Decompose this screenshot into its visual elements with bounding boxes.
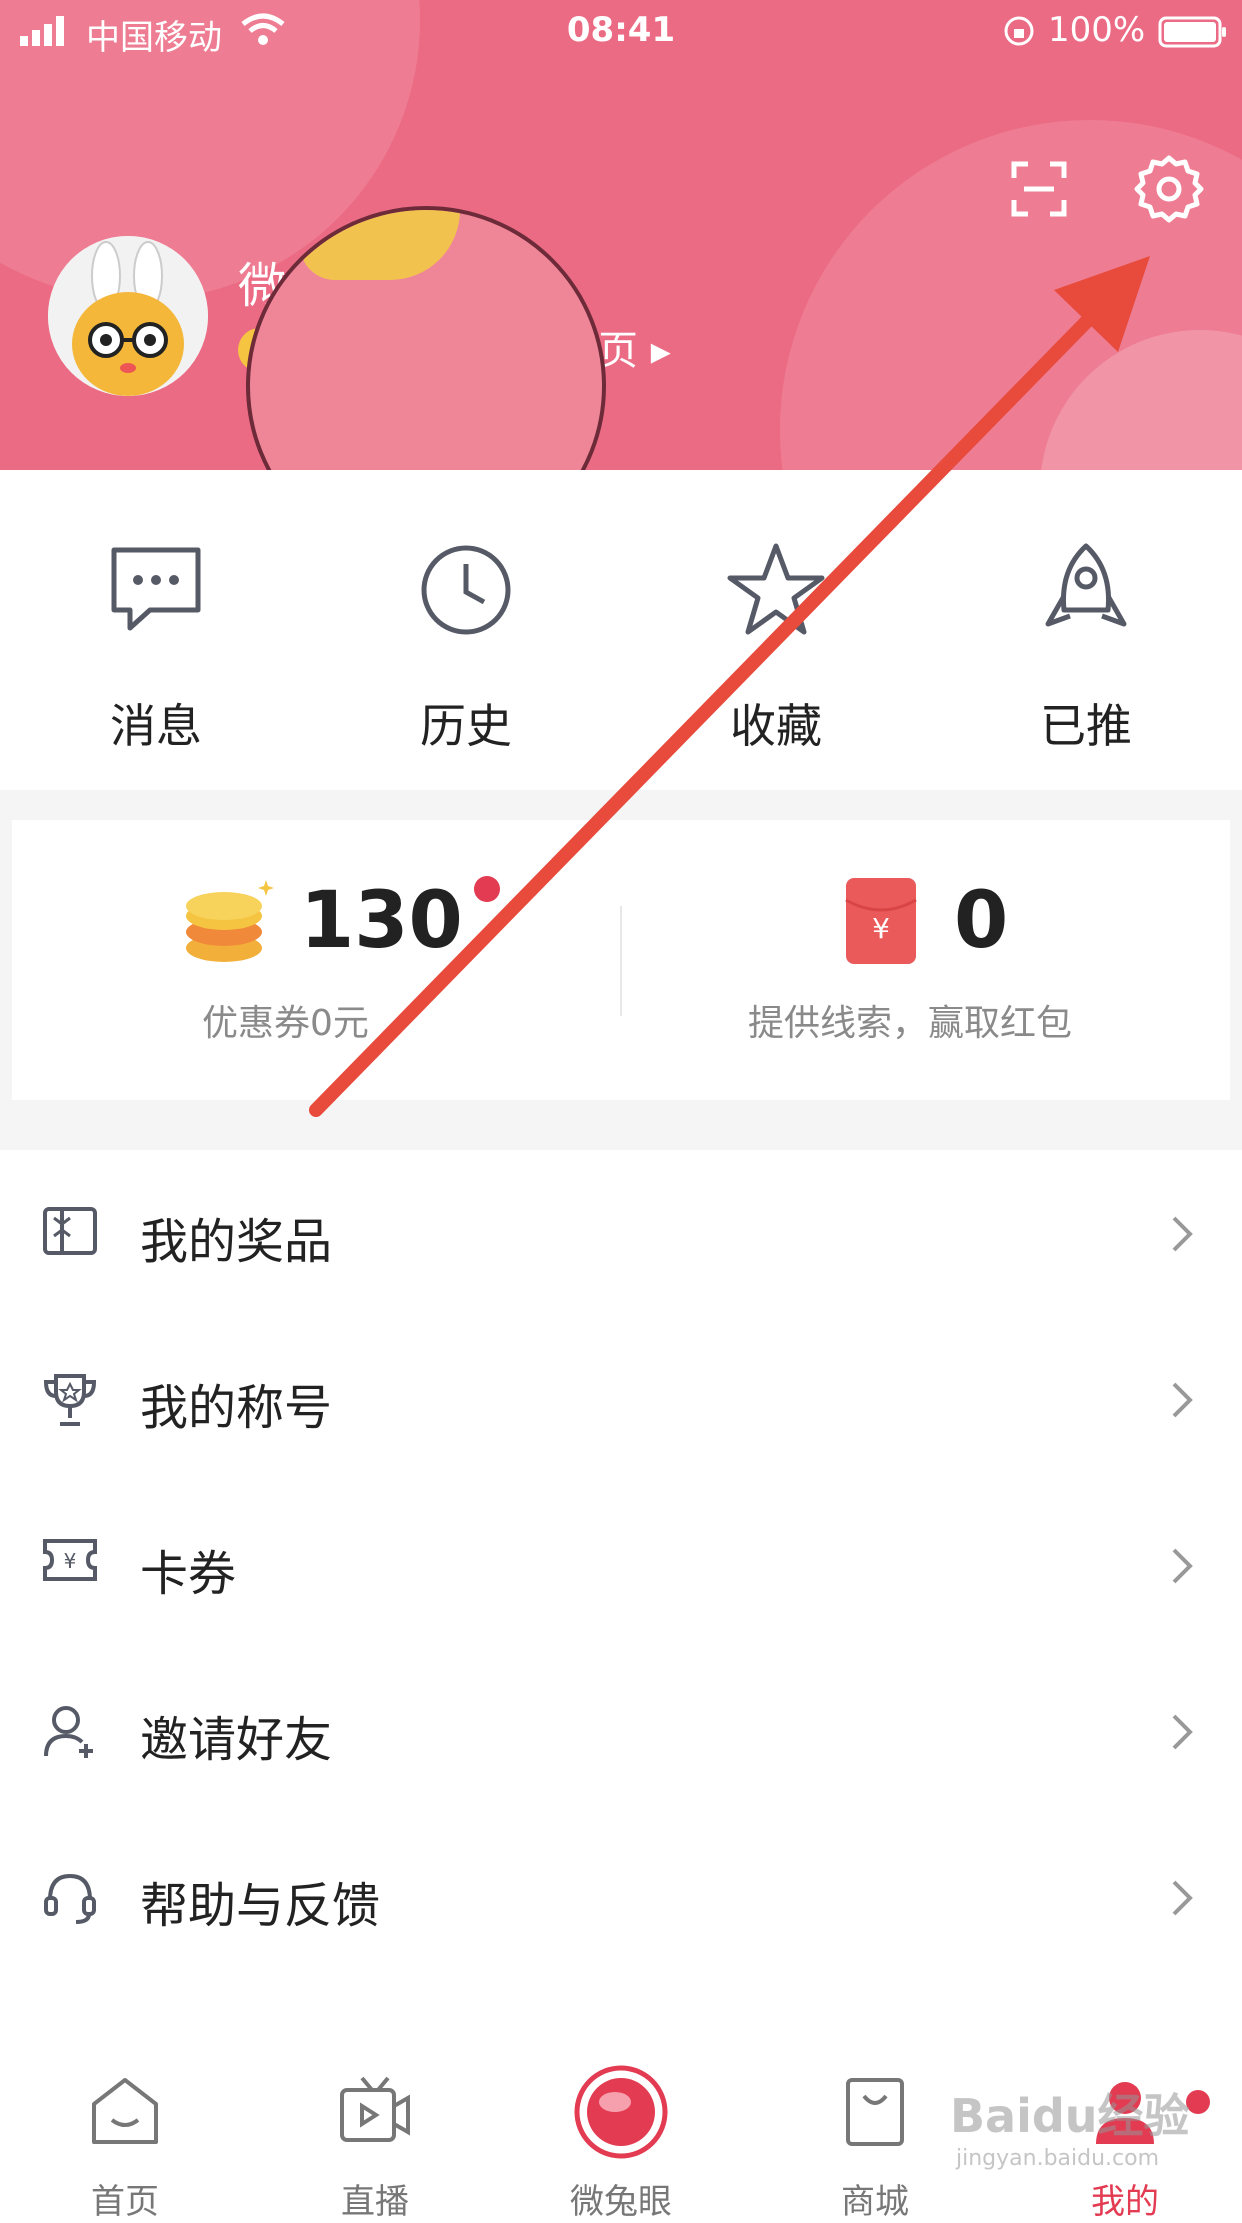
home-icon bbox=[92, 2078, 158, 2144]
clock-icon bbox=[421, 545, 511, 635]
action-label: 消息 bbox=[110, 699, 202, 753]
tab-label: 商城 bbox=[841, 2182, 909, 2222]
svg-text:¥: ¥ bbox=[64, 1549, 77, 1573]
action-label: 历史 bbox=[420, 699, 512, 753]
menu-label: 我的称号 bbox=[140, 1380, 333, 1436]
rabbit-mascot-icon bbox=[48, 236, 208, 396]
coupon-text: 优惠券0元 bbox=[202, 1003, 369, 1044]
menu-item-invite[interactable]: 邀请好友 bbox=[0, 1648, 1242, 1814]
action-favorites[interactable]: 收藏 bbox=[666, 540, 886, 760]
action-history[interactable]: 历史 bbox=[356, 540, 576, 760]
tab-home[interactable]: 首页 bbox=[40, 2074, 210, 2222]
menu-list: 我的奖品 我的称号 ¥ 卡券 邀请好友 帮助与反馈 bbox=[0, 1150, 1242, 1980]
menu-item-help[interactable]: 帮助与反馈 bbox=[0, 1814, 1242, 1980]
tab-notification-dot bbox=[1186, 2090, 1210, 2114]
homepage-link[interactable]: 页 ▸ bbox=[598, 318, 671, 376]
rotation-lock-icon bbox=[1004, 16, 1034, 46]
chevron-right-icon bbox=[1172, 1714, 1193, 1750]
tab-live[interactable]: 直播 bbox=[290, 2074, 460, 2222]
menu-item-prizes[interactable]: 我的奖品 bbox=[0, 1150, 1242, 1316]
chevron-right-icon bbox=[1172, 1382, 1193, 1418]
headset-icon bbox=[44, 1873, 96, 1924]
menu-label: 帮助与反馈 bbox=[140, 1878, 381, 1934]
action-label: 收藏 bbox=[730, 699, 822, 753]
magnifier-overlay bbox=[246, 206, 606, 470]
coin-balance[interactable]: 130 bbox=[300, 876, 463, 966]
menu-label: 我的奖品 bbox=[140, 1214, 333, 1270]
battery-icon bbox=[1158, 16, 1226, 48]
scan-icon[interactable] bbox=[1010, 160, 1068, 218]
battery-percent: 100% bbox=[1048, 10, 1146, 50]
action-pushed[interactable]: 已推 bbox=[976, 540, 1196, 760]
message-icon bbox=[111, 547, 201, 631]
menu-label: 卡券 bbox=[140, 1546, 237, 1602]
wallet-divider bbox=[620, 906, 622, 1016]
status-bar: 中国移动 08:41 100% bbox=[0, 0, 1242, 62]
wallet-card: 130 优惠券0元 ¥ 0 提供线索，赢取红包 bbox=[12, 820, 1230, 1100]
tab-label: 微兔眼 bbox=[570, 2182, 672, 2222]
trophy-icon bbox=[43, 1374, 97, 1426]
menu-label: 邀请好友 bbox=[140, 1712, 333, 1768]
profile-header: 中国移动 08:41 100% 微 页 ▸ bbox=[0, 0, 1242, 470]
tab-weituyan[interactable]: 微兔眼 bbox=[536, 2065, 706, 2222]
watermark: Baidu经验 bbox=[950, 2089, 1190, 2143]
shopping-bag-icon bbox=[846, 2078, 904, 2146]
action-label: 已推 bbox=[1040, 699, 1132, 753]
svg-text:¥: ¥ bbox=[872, 912, 890, 945]
red-packet-text: 提供线索，赢取红包 bbox=[748, 1003, 1073, 1044]
star-icon bbox=[727, 543, 825, 635]
avatar[interactable] bbox=[48, 236, 208, 396]
add-user-icon bbox=[44, 1706, 93, 1758]
menu-item-titles[interactable]: 我的称号 bbox=[0, 1316, 1242, 1482]
ticket-icon: ¥ bbox=[43, 1539, 97, 1581]
watermark-url: jingyan.baidu.com bbox=[956, 2146, 1160, 2171]
rocket-icon bbox=[1045, 543, 1127, 627]
notification-dot bbox=[474, 876, 500, 902]
chevron-right-icon bbox=[1172, 1880, 1193, 1916]
menu-item-tickets[interactable]: ¥ 卡券 bbox=[0, 1482, 1242, 1648]
eye-icon bbox=[574, 2065, 668, 2159]
tab-label: 首页 bbox=[91, 2182, 159, 2222]
tv-icon bbox=[340, 2076, 410, 2142]
tab-label: 直播 bbox=[341, 2182, 409, 2222]
quick-actions: 消息 历史 收藏 已推 bbox=[0, 470, 1242, 790]
action-messages[interactable]: 消息 bbox=[46, 540, 266, 760]
coins-icon bbox=[186, 880, 274, 962]
tab-mall[interactable]: 商城 bbox=[790, 2074, 960, 2222]
red-packet-icon: ¥ bbox=[845, 878, 917, 964]
chevron-right-icon bbox=[1172, 1216, 1193, 1252]
chevron-right-icon bbox=[1172, 1548, 1193, 1584]
gift-icon bbox=[43, 1207, 97, 1255]
magnified-badge bbox=[300, 210, 460, 280]
red-packet-count[interactable]: 0 bbox=[954, 876, 1008, 966]
gear-icon[interactable] bbox=[1134, 154, 1204, 224]
tab-label: 我的 bbox=[1091, 2182, 1159, 2222]
